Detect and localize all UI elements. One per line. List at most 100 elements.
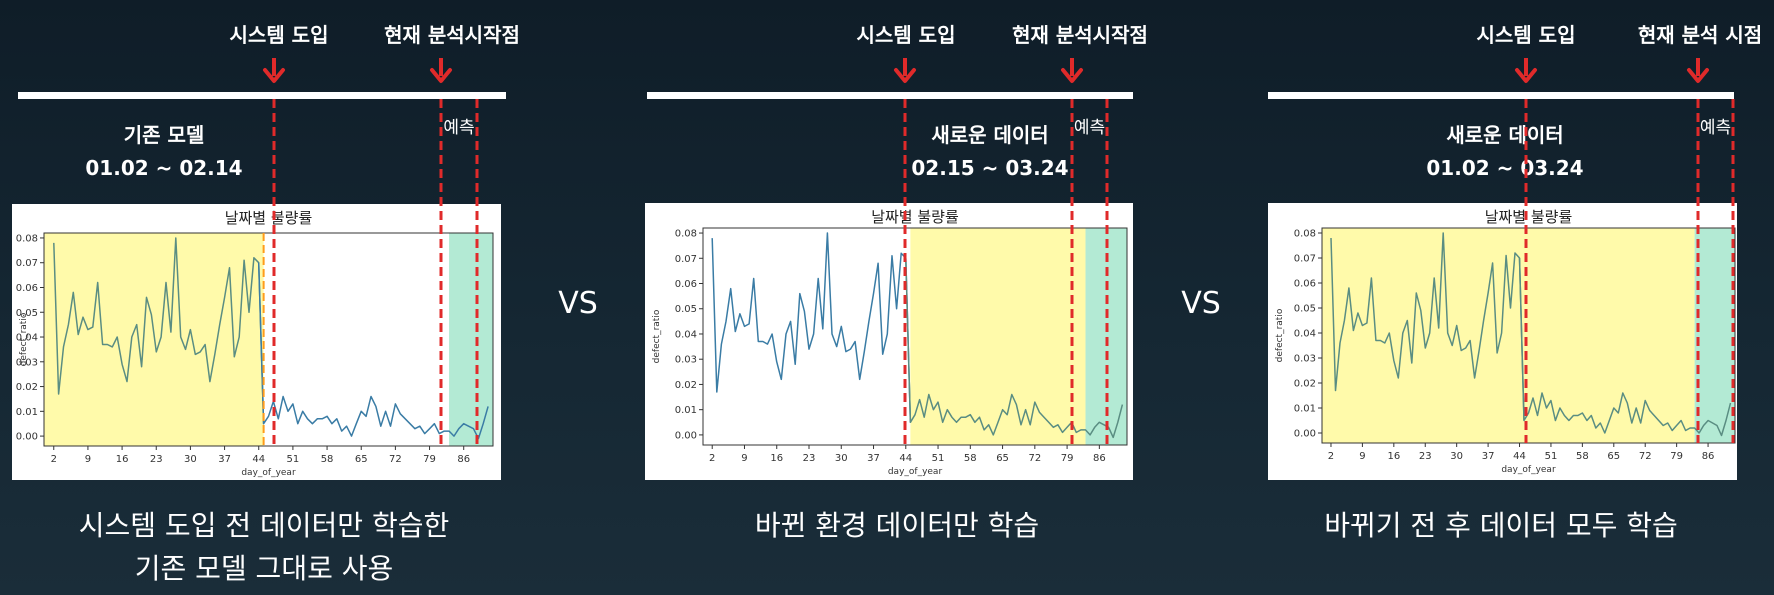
y-tick-label: 0.03: [675, 355, 697, 366]
y-tick-label: 0.01: [16, 407, 38, 418]
now-label: 현재 분석 시점: [1638, 23, 1762, 47]
timeline-bar: [647, 92, 1133, 99]
x-tick-label: 58: [321, 454, 334, 465]
range-label: 02.15 ~ 03.24: [911, 156, 1068, 180]
plot-title: 날짜별 불량률: [1485, 208, 1573, 226]
y-tick-label: 0.07: [1294, 254, 1316, 265]
y-tick-label: 0.02: [16, 382, 38, 393]
x-tick-label: 37: [1482, 451, 1495, 462]
x-tick-label: 86: [457, 454, 470, 465]
panel-2: 시스템 도입 현재 분석시작점새로운 데이터 02.15 ~ 03.24 예측날짜별 …: [645, 23, 1148, 542]
model-label: 기존 모델: [124, 123, 205, 147]
x-tick-label: 65: [355, 454, 368, 465]
y-tick-label: 0.05: [675, 304, 697, 315]
x-axis-label: day_of_year: [1501, 465, 1556, 475]
x-tick-label: 37: [218, 454, 231, 465]
plot-title: 날짜별 불량률: [871, 208, 959, 226]
intro-label: 시스템 도입: [1477, 23, 1576, 47]
y-tick-label: 0.07: [16, 258, 38, 269]
timeline-bar: [18, 92, 506, 99]
panel-1: 시스템 도입 현재 분석시작점기존 모델 01.02 ~ 02.14 예측날짜별 불량…: [12, 23, 520, 585]
x-tick-label: 65: [1607, 451, 1620, 462]
x-tick-label: 44: [1513, 451, 1526, 462]
y-tick-label: 0.03: [1294, 354, 1316, 365]
x-tick-label: 51: [287, 454, 300, 465]
y-tick-label: 0.00: [16, 432, 38, 443]
x-tick-label: 51: [932, 453, 945, 464]
x-tick-label: 72: [1028, 453, 1041, 464]
now-arrow-icon: [1061, 58, 1083, 83]
x-tick-label: 23: [150, 454, 163, 465]
intro-arrow-icon: [263, 58, 285, 83]
x-tick-label: 86: [1093, 453, 1106, 464]
x-tick-label: 2: [709, 453, 715, 464]
y-tick-label: 0.01: [675, 405, 697, 416]
x-tick-label: 79: [423, 454, 436, 465]
y-tick-label: 0.06: [16, 283, 38, 294]
model-label: 새로운 데이터: [931, 123, 1048, 147]
now-label: 현재 분석시작점: [1012, 23, 1148, 47]
caption-line-2: 기존 모델 그대로 사용: [135, 552, 394, 585]
x-tick-label: 51: [1545, 451, 1558, 462]
x-tick-label: 9: [741, 453, 747, 464]
y-tick-label: 0.04: [675, 329, 697, 340]
y-tick-label: 0.08: [16, 233, 38, 244]
y-tick-label: 0.00: [1294, 429, 1316, 440]
slide: 시스템 도입 현재 분석시작점기존 모델 01.02 ~ 02.14 예측날짜별 불량…: [0, 0, 1774, 595]
x-tick-label: 30: [835, 453, 848, 464]
y-tick-label: 0.02: [1294, 379, 1316, 390]
now-arrow-icon: [1687, 58, 1709, 83]
range-label: 01.02 ~ 02.14: [85, 156, 242, 180]
x-tick-label: 23: [1419, 451, 1432, 462]
x-tick-label: 2: [1328, 451, 1334, 462]
y-tick-label: 0.08: [1294, 229, 1316, 240]
overlay: 시스템 도입 현재 분석시작점기존 모델 01.02 ~ 02.14 예측날짜별 불량…: [12, 23, 1762, 585]
x-tick-label: 79: [1061, 453, 1074, 464]
x-tick-label: 16: [770, 453, 783, 464]
intro-label: 시스템 도입: [230, 23, 329, 47]
x-tick-label: 30: [1450, 451, 1463, 462]
plot-title: 날짜별 불량률: [225, 209, 313, 227]
x-tick-label: 72: [1639, 451, 1652, 462]
timeline-bar: [1268, 92, 1734, 99]
y-tick-label: 0.01: [1294, 404, 1316, 415]
predict-label: 예측: [1700, 118, 1731, 138]
predict-label: 예측: [1074, 118, 1105, 138]
vs-label: VS: [558, 286, 598, 321]
x-tick-label: 30: [184, 454, 197, 465]
train-highlight: [910, 228, 1086, 445]
x-axis-label: day_of_year: [888, 467, 943, 477]
x-tick-label: 65: [996, 453, 1009, 464]
caption-line-1: 시스템 도입 전 데이터만 학습한: [79, 509, 449, 542]
train-highlight: [44, 233, 264, 446]
x-tick-label: 2: [51, 454, 57, 465]
y-tick-label: 0.06: [1294, 279, 1316, 290]
x-tick-label: 44: [252, 454, 265, 465]
y-axis-label: defect_ratio: [652, 309, 662, 363]
now-arrow-icon: [430, 58, 452, 83]
caption-line-1: 바뀐 환경 데이터만 학습: [755, 509, 1039, 542]
y-tick-label: 0.04: [1294, 329, 1316, 340]
x-tick-label: 58: [964, 453, 977, 464]
caption-line-1: 바뀌기 전 후 데이터 모두 학습: [1324, 509, 1678, 542]
y-tick-label: 0.02: [675, 380, 697, 391]
now-label: 현재 분석시작점: [384, 23, 520, 47]
x-tick-label: 72: [389, 454, 402, 465]
y-tick-label: 0.00: [675, 430, 697, 441]
y-tick-label: 0.08: [675, 229, 697, 240]
model-label: 새로운 데이터: [1446, 123, 1563, 147]
y-axis-label: defect_ratio: [1275, 308, 1285, 362]
x-tick-label: 16: [116, 454, 129, 465]
x-axis-label: day_of_year: [241, 468, 296, 478]
intro-arrow-icon: [894, 58, 916, 83]
x-tick-label: 9: [1359, 451, 1365, 462]
x-tick-label: 44: [899, 453, 912, 464]
x-tick-label: 37: [867, 453, 880, 464]
range-label: 01.02 ~ 03.24: [1426, 156, 1583, 180]
y-tick-label: 0.06: [675, 279, 697, 290]
x-tick-label: 86: [1702, 451, 1715, 462]
y-axis-label: defect_ratio: [19, 312, 29, 366]
x-tick-label: 79: [1670, 451, 1683, 462]
predict-label: 예측: [443, 118, 474, 138]
x-tick-label: 23: [803, 453, 816, 464]
